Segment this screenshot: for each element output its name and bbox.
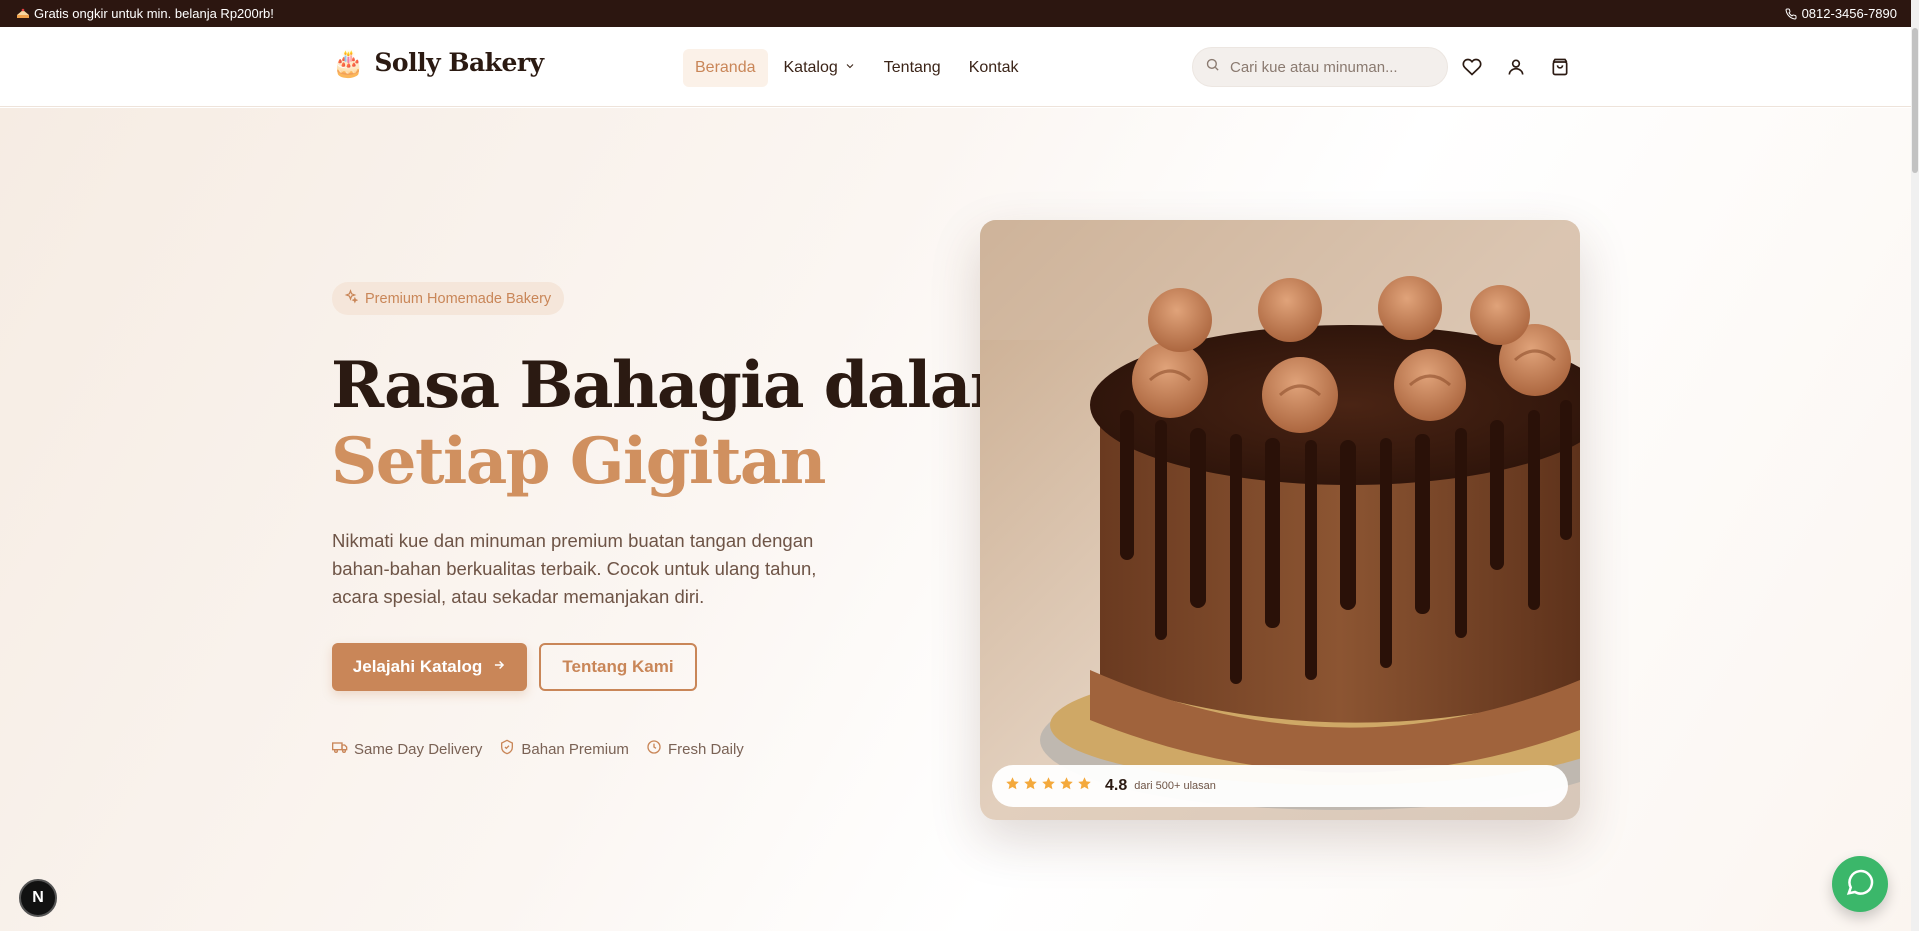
about-us-button[interactable]: Tentang Kami (539, 643, 697, 691)
announcement-text: Gratis ongkir untuk min. belanja Rp200rb… (34, 6, 274, 21)
cake-slice-icon (16, 7, 30, 21)
hero-description: Nikmati kue dan minuman premium buatan t… (332, 530, 817, 607)
phone-contact[interactable]: 0812-3456-7890 (1785, 6, 1897, 21)
shopping-bag-icon[interactable] (1548, 55, 1572, 79)
star-icon (1041, 776, 1056, 796)
hero-title-line1: Rasa Bahagia dalam (331, 348, 1038, 423)
main-nav: Beranda Katalog Tentang Kontak (683, 49, 1031, 87)
nav-link-katalog[interactable]: Katalog (772, 49, 868, 87)
star-icon (1059, 776, 1074, 796)
explore-catalog-button[interactable]: Jelajahi Katalog (332, 643, 527, 691)
star-rating (1005, 776, 1092, 796)
rating-score: 4.8 (1105, 777, 1128, 794)
dev-badge-label: N (32, 889, 44, 906)
search-input[interactable] (1230, 58, 1430, 76)
nav-link-label: Beranda (695, 59, 756, 76)
nav-link-beranda[interactable]: Beranda (683, 49, 768, 87)
phone-icon (1785, 7, 1797, 20)
whatsapp-chat-icon (1845, 867, 1875, 902)
nav-link-label: Kontak (968, 59, 1019, 76)
announcement: Gratis ongkir untuk min. belanja Rp200rb… (16, 6, 274, 21)
clock-icon (646, 739, 662, 759)
nav-link-tentang[interactable]: Tentang (872, 49, 953, 87)
star-icon (1005, 776, 1020, 796)
feature-item: Same Day Delivery (332, 739, 482, 759)
feature-item: Bahan Premium (499, 739, 629, 759)
about-us-label: Tentang Kami (562, 657, 674, 676)
hero-features: Same Day Delivery Bahan Premium Fresh Da… (332, 739, 744, 759)
hero-section: Premium Homemade Bakery Rasa Bahagia dal… (0, 108, 1919, 931)
chocolate-cake-image (980, 220, 1580, 820)
feature-label: Bahan Premium (521, 740, 629, 758)
nav-actions (1460, 55, 1572, 79)
rating-pill: 4.8 dari 500+ ulasan (992, 765, 1568, 807)
feature-item: Fresh Daily (646, 739, 744, 759)
hero-image-card: 4.8 dari 500+ ulasan (980, 220, 1580, 820)
cake-logo-icon: 🎂 (332, 47, 365, 78)
hero-badge-text: Premium Homemade Bakery (365, 290, 552, 307)
truck-icon (332, 739, 348, 759)
explore-catalog-label: Jelajahi Katalog (352, 657, 483, 676)
chevron-down-icon (844, 59, 856, 77)
phone-number: 0812-3456-7890 (1801, 6, 1897, 21)
hero-title: Rasa Bahagia dalam Setiap Gigitan (331, 348, 1038, 500)
nav-link-kontak[interactable]: Kontak (957, 49, 1031, 87)
brand-name: Solly Bakery (374, 48, 544, 77)
star-icon (1023, 776, 1038, 796)
dev-tools-button[interactable]: N (19, 879, 57, 917)
page-scrollbar[interactable] (1911, 0, 1919, 931)
arrow-right-icon (492, 657, 506, 677)
user-icon[interactable] (1504, 55, 1528, 79)
scrollbar-thumb[interactable] (1912, 28, 1918, 173)
announcement-bar: Gratis ongkir untuk min. belanja Rp200rb… (0, 0, 1919, 27)
rating-count: dari 500+ ulasan (1134, 780, 1216, 792)
hero-title-line2: Setiap Gigitan (331, 424, 826, 499)
feature-label: Same Day Delivery (354, 740, 483, 758)
search-bar (1192, 47, 1448, 87)
hero-badge: Premium Homemade Bakery (332, 282, 565, 315)
sparkles-icon (343, 289, 359, 308)
shield-check-icon (499, 739, 515, 759)
nav-link-label: Katalog (783, 59, 838, 76)
heart-icon[interactable] (1460, 55, 1484, 79)
search-icon (1205, 57, 1220, 77)
whatsapp-chat-button[interactable] (1832, 856, 1888, 912)
feature-label: Fresh Daily (667, 740, 744, 758)
star-icon (1077, 776, 1092, 796)
nav-link-label: Tentang (883, 59, 941, 76)
brand-logo[interactable]: 🎂 Solly Bakery (332, 48, 544, 77)
navbar: 🎂 Solly Bakery Beranda Katalog Tentang K… (0, 27, 1919, 107)
